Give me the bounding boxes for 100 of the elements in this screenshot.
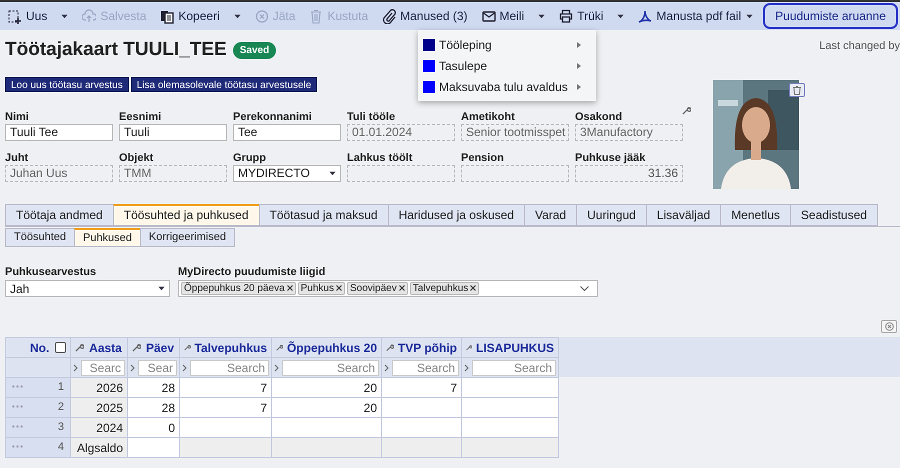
subtab[interactable]: Töösuhted — [5, 228, 75, 246]
action-button[interactable]: Lisa olemasolevale töötasu arvestusele — [130, 76, 318, 92]
tab[interactable]: Varad — [524, 204, 578, 226]
tag: Õppepuhkus 20 päeva — [181, 282, 296, 295]
row-number: 2 — [58, 400, 64, 416]
readonly-field: 31.36 — [575, 164, 683, 182]
tag: Talvepuhkus — [410, 282, 480, 295]
wrench-icon[interactable] — [276, 343, 283, 352]
tab[interactable]: Töötaja andmed — [5, 204, 114, 226]
chevron-right-icon — [384, 364, 389, 372]
subtab[interactable]: Korrigeerimised — [140, 228, 235, 246]
chevron-right-icon — [130, 364, 135, 372]
table-cell: 7 — [382, 378, 462, 398]
toolbar-button[interactable]: Manusta pdf fail — [638, 7, 754, 25]
toolbar-button[interactable]: Kopeeri — [160, 7, 241, 25]
search-field[interactable]: Search — [392, 360, 459, 376]
search-field[interactable]: Search — [472, 360, 556, 376]
menu-item[interactable]: Tööleping — [418, 34, 596, 55]
text-field[interactable]: Tuuli — [119, 124, 227, 140]
row-number: 1 — [58, 380, 64, 396]
wrench-icon[interactable] — [75, 343, 84, 352]
field-label: Tuli tööle — [347, 110, 396, 124]
select-all-checkbox[interactable] — [55, 342, 66, 353]
field-label: Eesnimi — [119, 110, 162, 124]
field-label: Perekonnanimi — [233, 110, 312, 124]
tab[interactable]: Lisaväljad — [646, 204, 722, 226]
trash-icon — [793, 86, 801, 94]
tab[interactable]: Seadistused — [790, 204, 878, 226]
field-label: Juht — [5, 150, 28, 164]
select-field[interactable]: MYDIRECTO — [233, 164, 341, 182]
subtab[interactable]: Puhkused — [74, 228, 141, 246]
toolbar-button[interactable]: Meili — [482, 7, 546, 25]
wrench-icon[interactable] — [466, 343, 472, 352]
trash-icon — [309, 8, 324, 24]
field-label: Nimi — [5, 110, 29, 124]
field-label: Puhkusearvestus — [5, 264, 98, 280]
add-file-icon — [8, 8, 22, 24]
chevron-right-icon — [73, 364, 78, 372]
delete-photo-button[interactable] — [789, 83, 805, 97]
remove-icon[interactable] — [470, 285, 476, 292]
tab[interactable]: Uuringud — [576, 204, 647, 226]
remove-icon[interactable] — [398, 285, 405, 292]
search-field[interactable]: Sear — [138, 360, 177, 376]
menu-item[interactable]: Maksuvaba tulu avaldus — [418, 76, 596, 97]
field-label: Osakond — [575, 110, 622, 124]
toolbar-button[interactable]: Trüki — [559, 7, 624, 25]
readonly-field: 01.01.2024 — [347, 124, 455, 140]
readonly-field: Juhan Uus — [5, 164, 113, 182]
toolbar-button[interactable]: Manused (3) — [382, 7, 468, 25]
readonly-field: 3Manufactory — [575, 124, 683, 140]
caret-icon — [617, 14, 624, 18]
tab[interactable]: Menetlus — [720, 204, 791, 226]
field-label: Lahkus töölt — [347, 150, 412, 164]
remove-icon[interactable] — [336, 285, 342, 292]
select-field[interactable]: Jah — [5, 280, 170, 297]
table-cell: 20 — [272, 378, 382, 398]
submenu-arrow-icon — [577, 42, 581, 48]
row-number: 4 — [58, 440, 64, 456]
field-label: Puhkuse jääk — [575, 150, 646, 164]
close-button[interactable] — [881, 320, 897, 333]
pdf-icon — [638, 8, 652, 24]
caret-icon — [746, 14, 754, 18]
wrench-icon[interactable] — [386, 343, 394, 352]
tab[interactable]: Töösuhted ja puhkused — [112, 204, 260, 226]
chevron-right-icon — [182, 364, 187, 372]
table-cell: 28 — [128, 398, 180, 418]
page-title: Töötajakaart TUULI_TEE — [5, 38, 227, 62]
action-button[interactable]: Loo uus töötasu arvestus — [5, 76, 129, 92]
text-field[interactable]: Tee — [233, 124, 341, 140]
chevron-icon — [580, 286, 589, 291]
caret-icon — [158, 286, 165, 291]
submenu-arrow-icon — [577, 84, 581, 90]
wrench-icon[interactable] — [682, 106, 691, 114]
field-label: Pension — [461, 150, 504, 164]
envelope-icon — [482, 8, 496, 24]
paperclip-icon — [382, 8, 396, 24]
search-field[interactable]: Search — [282, 360, 379, 376]
readonly-field: Senior tootmisspet — [461, 124, 569, 140]
wrench-icon[interactable] — [132, 343, 141, 352]
table-cell: 2026 — [70, 378, 128, 398]
table-cell: 2024 — [70, 418, 128, 438]
text-field[interactable]: Tuuli Tee — [5, 124, 113, 140]
table-cell: 2025 — [70, 398, 128, 418]
submenu-arrow-icon — [577, 62, 581, 68]
report-button[interactable]: Puudumiste aruanne — [763, 3, 898, 29]
tag: Soovipäev — [347, 282, 408, 295]
cancel-icon — [254, 8, 269, 24]
remove-icon[interactable] — [286, 285, 293, 292]
tab[interactable]: Haridused ja oskused — [388, 204, 525, 226]
multiselect-field[interactable]: Õppepuhkus 20 päeva Puhkus Soovipäev Talvepuhkus — [178, 280, 598, 297]
menu-item[interactable]: Tasulepe — [418, 55, 596, 76]
printer-icon — [559, 8, 574, 24]
search-field[interactable]: Searc — [81, 360, 125, 376]
wrench-icon[interactable] — [184, 343, 191, 352]
table-cell — [128, 438, 180, 458]
toolbar-button[interactable]: Uus — [8, 7, 68, 25]
caret-icon — [234, 14, 241, 18]
table-cell: Algsaldo — [70, 438, 128, 458]
tab[interactable]: Töötasud ja maksud — [258, 204, 389, 226]
search-field[interactable]: Search — [190, 360, 269, 376]
